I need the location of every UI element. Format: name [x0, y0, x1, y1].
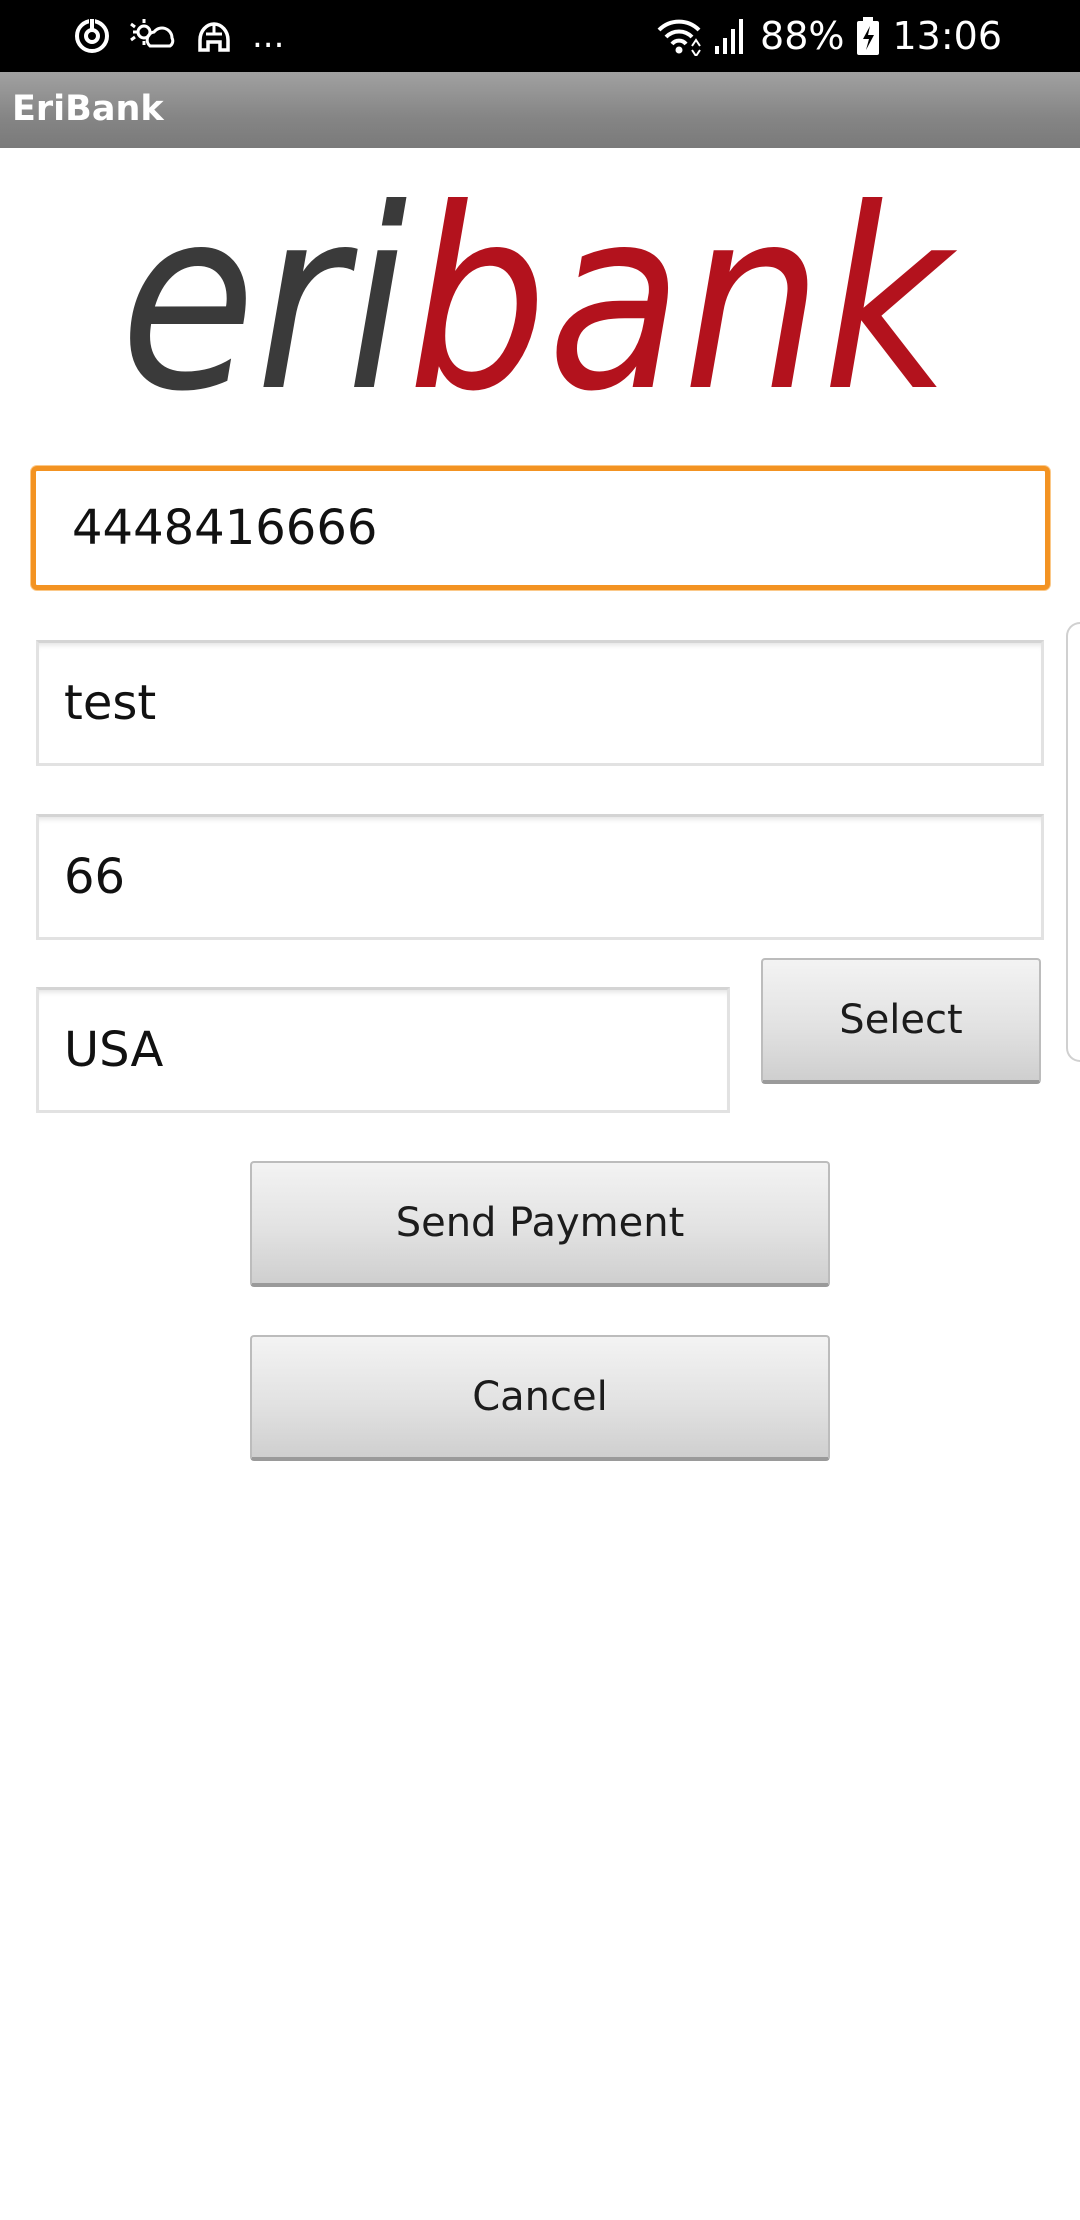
clock: 13:06 — [892, 14, 1002, 58]
signal-icon — [714, 16, 748, 56]
app-title: EriBank — [12, 89, 164, 129]
amount-value: 66 — [64, 849, 126, 905]
logo-wordmark: eribank — [120, 175, 957, 415]
logo-text-dark: eri — [120, 175, 408, 415]
send-payment-button[interactable]: Send Payment — [250, 1161, 830, 1287]
status-right-icons: 88% 13:06 — [656, 10, 1002, 62]
status-overflow: ... — [252, 16, 285, 56]
helmet-icon — [194, 16, 234, 56]
edge-panel-handle[interactable] — [1066, 622, 1080, 1062]
phone-number-value: 4448416666 — [72, 500, 378, 556]
logo-text-red: bank — [408, 175, 958, 415]
select-button-label: Select — [839, 997, 963, 1043]
status-bar: ... 88% 13:06 — [0, 0, 1080, 72]
name-field[interactable]: test — [36, 640, 1044, 766]
select-country-button[interactable]: Select — [761, 958, 1041, 1084]
name-value: test — [64, 675, 157, 731]
phone-number-field[interactable]: 4448416666 — [31, 466, 1050, 590]
status-left-icons: ... — [72, 12, 284, 60]
sync-icon — [72, 16, 112, 56]
send-payment-label: Send Payment — [395, 1200, 685, 1246]
battery-percent: 88% — [760, 14, 845, 58]
amount-field[interactable]: 66 — [36, 814, 1044, 940]
action-bar: EriBank — [0, 72, 1080, 148]
cancel-label: Cancel — [472, 1374, 608, 1420]
country-field[interactable]: USA — [36, 987, 730, 1113]
wifi-icon — [656, 16, 702, 56]
battery-icon — [856, 16, 880, 56]
eribank-logo: eribank — [120, 155, 960, 446]
country-value: USA — [64, 1022, 164, 1078]
weather-icon — [130, 16, 176, 56]
cancel-button[interactable]: Cancel — [250, 1335, 830, 1461]
